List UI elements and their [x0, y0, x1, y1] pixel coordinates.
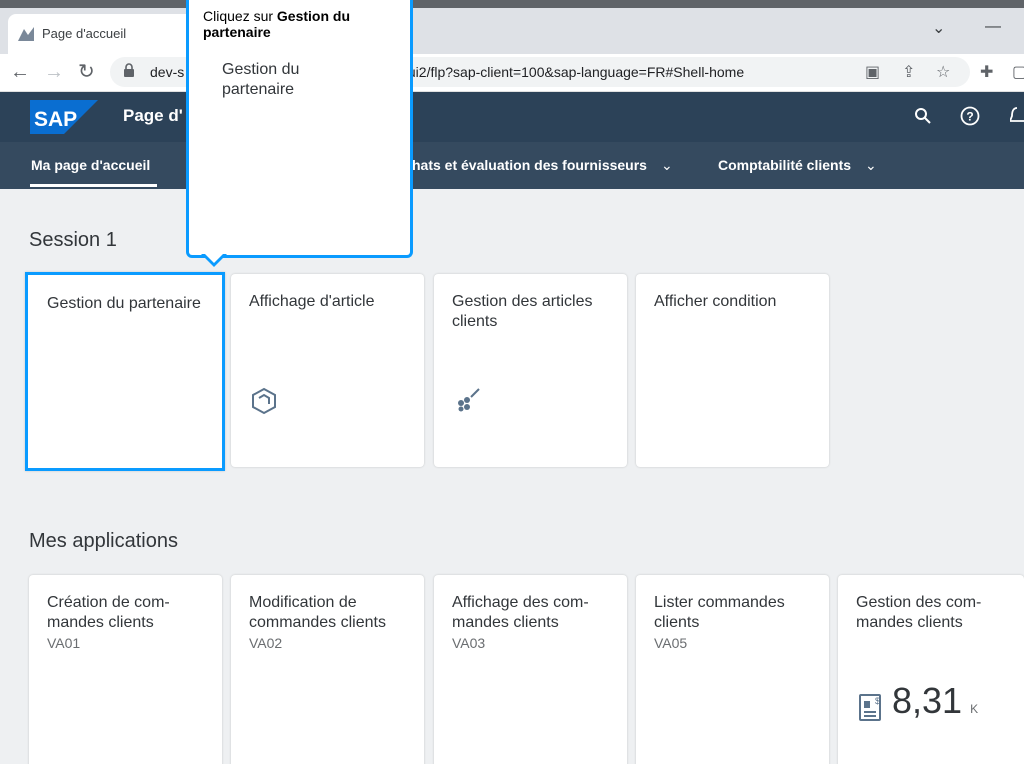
- svg-text:$: $: [875, 696, 880, 706]
- guide-instruction: Cliquez sur Gestion du partenaire: [203, 8, 403, 40]
- search-icon[interactable]: [914, 107, 932, 125]
- forward-arrow-icon[interactable]: →: [44, 60, 64, 84]
- tab-ma-page-accueil[interactable]: Ma page d'accueil: [31, 157, 150, 173]
- window-frame: [0, 0, 1024, 8]
- sap-favicon-icon: [18, 27, 34, 41]
- popover-pointer-arrow: [201, 254, 227, 267]
- extensions-puzzle-icon[interactable]: ✚: [980, 62, 993, 82]
- guide-popover: Cliquez sur Gestion du partenaire Gestio…: [186, 0, 413, 258]
- tile-gestion-articles-clients[interactable]: Gestion des articles clients: [434, 274, 627, 467]
- tile-transaction-code: VA03: [452, 635, 486, 651]
- back-arrow-icon[interactable]: ←: [10, 60, 30, 84]
- active-tab-indicator: [30, 184, 157, 187]
- url-text-start: dev-s: [150, 64, 185, 80]
- kpi-unit: K: [970, 702, 979, 716]
- chevron-down-icon: ⌄: [660, 157, 673, 173]
- section-title-session: Session 1: [29, 229, 117, 251]
- lock-icon: [124, 63, 134, 77]
- notification-bell-icon[interactable]: [1010, 106, 1024, 126]
- tile-title: Création de com-mandes clients: [47, 594, 170, 631]
- shell-title: Page d': [123, 106, 183, 125]
- minimize-icon[interactable]: —: [985, 18, 1001, 36]
- sales-document-icon: $: [859, 694, 881, 721]
- browser-tab-bar: Page d'accueil ⌄ —: [0, 8, 1024, 54]
- tile-gestion-commandes[interactable]: Gestion des com-mandes clients $ 8,31 K: [838, 575, 1024, 764]
- tile-transaction-code: VA01: [47, 635, 81, 651]
- tile-transaction-code: VA05: [654, 635, 688, 651]
- tile-title: Gestion du partenaire: [47, 295, 201, 312]
- tile-creation-commandes[interactable]: Création de com-mandes clients VA01: [29, 575, 222, 764]
- tile-title: Gestion des articles clients: [452, 293, 593, 330]
- kpi-value: 8,31: [892, 680, 963, 721]
- guide-instruction-prefix: Cliquez sur: [203, 8, 277, 24]
- chevron-down-icon: ⌄: [865, 157, 877, 173]
- tile-title: Afficher condition: [654, 293, 777, 310]
- tile-lister-commandes[interactable]: Lister commandes clients VA05: [636, 575, 829, 764]
- help-icon[interactable]: ?: [960, 106, 980, 126]
- tile-gestion-partenaire[interactable]: Gestion du partenaire: [25, 272, 225, 471]
- tile-transaction-code: VA02: [249, 635, 283, 651]
- product-box-icon: [252, 387, 276, 415]
- url-text: c/ui2/flp?sap-client=100&sap-language=FR…: [397, 64, 745, 80]
- sap-logo[interactable]: SAP: [30, 100, 98, 134]
- tab-comptabilite-clients[interactable]: Comptabilité clients ⌄: [718, 157, 877, 174]
- tile-afficher-condition[interactable]: Afficher condition: [636, 274, 829, 467]
- svg-text:?: ?: [966, 110, 973, 124]
- side-panel-icon[interactable]: ▢: [1012, 62, 1024, 82]
- sap-logo-text: SAP: [34, 108, 77, 131]
- tab-achats-evaluation-fournisseurs[interactable]: hats et évaluation des fournisseurs ⌄: [412, 157, 673, 174]
- tile-title: Lister commandes clients: [654, 594, 785, 631]
- tab-comptabilite-label: Comptabilité clients: [718, 157, 852, 173]
- tile-title: Affichage d'article: [249, 293, 375, 310]
- tile-affichage-article[interactable]: Affichage d'article: [231, 274, 424, 467]
- tab-achats-label: hats et évaluation des fournisseurs: [412, 157, 647, 173]
- product-configure-icon: [458, 388, 480, 412]
- tile-title: Modification de commandes clients: [249, 594, 386, 631]
- tile-title: Affichage des com-mandes clients: [452, 594, 589, 631]
- tile-title: Gestion des com-mandes clients: [856, 594, 982, 631]
- browser-toolbar: ← → ↻ dev-s c/ui2/flp?sap-client=100&sap…: [0, 54, 1024, 92]
- section-title-apps: Mes applications: [29, 530, 178, 552]
- reload-icon[interactable]: ↻: [78, 60, 95, 84]
- tab-search-chevron-icon[interactable]: ⌄: [932, 18, 945, 38]
- tile-affichage-commandes[interactable]: Affichage des com-mandes clients VA03: [434, 575, 627, 764]
- guide-tile-preview: Gestion du partenaire: [222, 61, 300, 98]
- sap-shell-bar: SAP Page d' ?: [0, 92, 1024, 142]
- bookmark-star-icon[interactable]: ☆: [936, 62, 950, 82]
- tile-kpi: $ 8,31 K: [858, 680, 978, 722]
- tile-modification-commandes[interactable]: Modification de commandes clients VA02: [231, 575, 424, 764]
- share-icon[interactable]: ⇪: [902, 62, 915, 82]
- browser-tab-title: Page d'accueil: [42, 26, 127, 41]
- translate-icon[interactable]: ▣: [865, 62, 880, 82]
- space-navigation-bar: Ma page d'accueil hats et évaluation des…: [0, 142, 1024, 189]
